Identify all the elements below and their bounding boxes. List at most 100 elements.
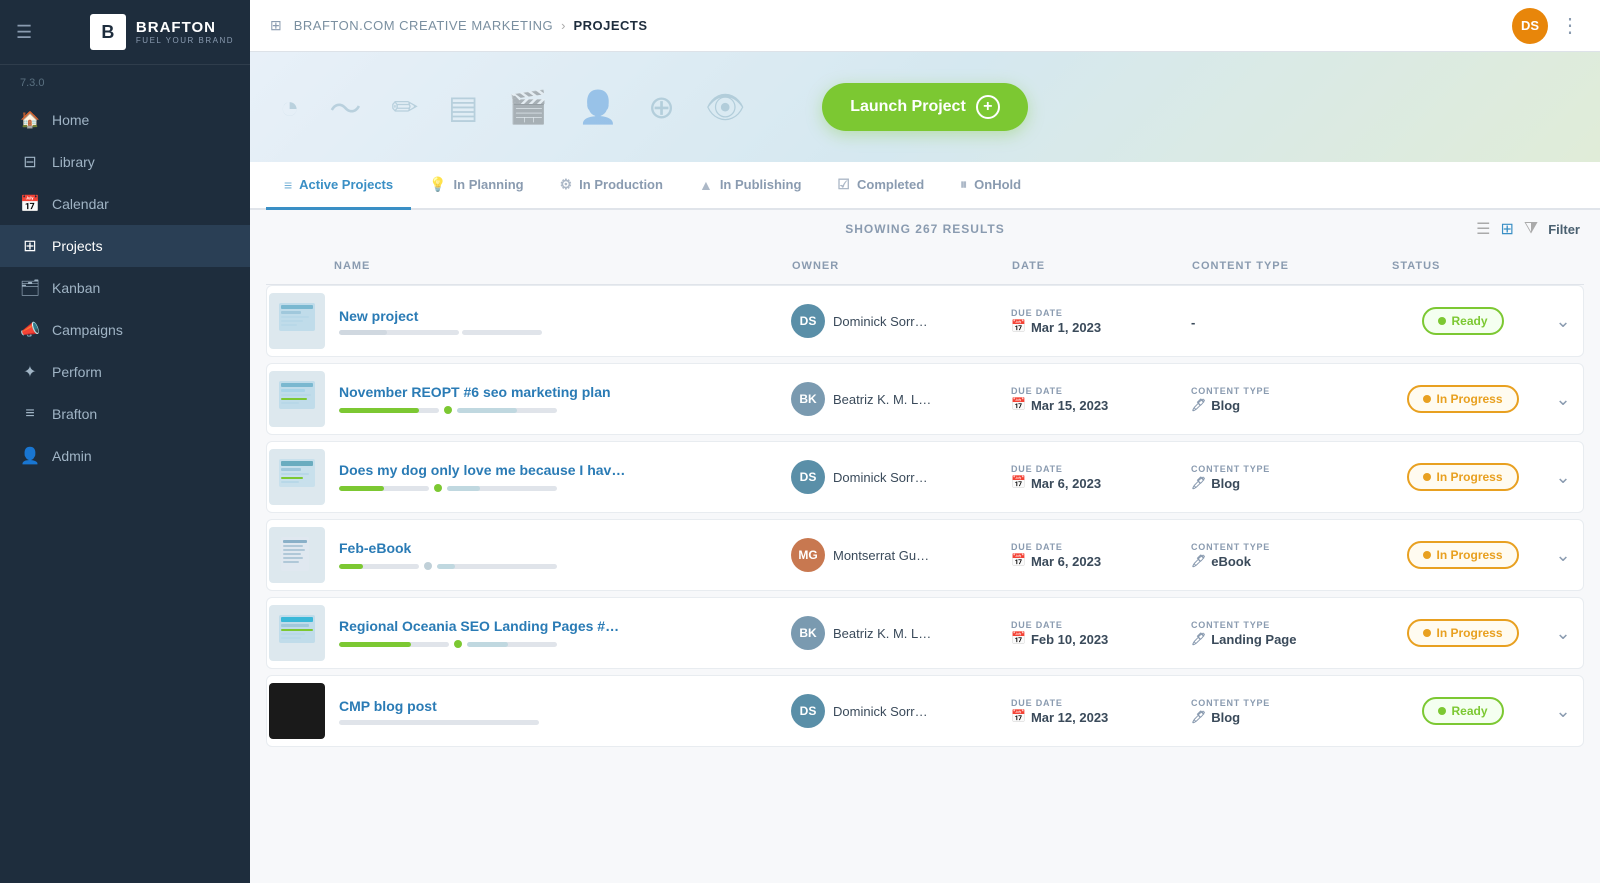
sidebar-item-campaigns[interactable]: 📣 Campaigns <box>0 309 250 351</box>
calendar-icon: 📅 <box>1011 709 1026 723</box>
breadcrumb-company: BRAFTON.COM CREATIVE MARKETING <box>294 18 553 33</box>
content-type-icon: 🖊 <box>1191 398 1206 412</box>
sidebar-item-label: Admin <box>52 448 92 464</box>
sidebar: ☰ B BRAFTON FUEL YOUR BRAND 7.3.0 🏠 Home… <box>0 0 250 883</box>
brand-tagline: FUEL YOUR BRAND <box>136 36 234 45</box>
content-type-icon: 🖊 <box>1191 632 1206 646</box>
expand-cell[interactable]: ⌄ <box>1543 701 1583 722</box>
table-row[interactable]: Does my dog only love me because I hav… … <box>266 441 1584 513</box>
expand-icon: ⌄ <box>1555 311 1570 332</box>
date-value: Mar 1, 2023 <box>1031 320 1101 335</box>
content-type-cell: CONTENT TYPE 🖊 eBook <box>1183 542 1383 569</box>
launch-project-button[interactable]: Launch Project + <box>822 83 1028 131</box>
status-cell: In Progress <box>1383 619 1543 647</box>
owner-name: Dominick Sorr… <box>833 314 928 329</box>
table-row[interactable]: Regional Oceania SEO Landing Pages #… BK… <box>266 597 1584 669</box>
sidebar-item-label: Calendar <box>52 196 109 212</box>
project-info: Does my dog only love me because I hav… <box>327 452 783 502</box>
date-cell: DUE DATE 📅 Mar 6, 2023 <box>1003 464 1183 491</box>
sidebar-item-admin[interactable]: 👤 Admin <box>0 435 250 477</box>
filter-button[interactable]: Filter <box>1548 222 1580 237</box>
expand-cell[interactable]: ⌄ <box>1543 467 1583 488</box>
project-info: Regional Oceania SEO Landing Pages #… <box>327 608 783 658</box>
deco-plus-icon: ⊕ <box>648 88 675 126</box>
admin-icon: 👤 <box>20 446 40 466</box>
calendar-icon: 📅 <box>1011 631 1026 645</box>
completed-tab-icon: ☑ <box>837 176 850 193</box>
sidebar-item-perform[interactable]: ✦ Perform <box>0 351 250 393</box>
progress-bars <box>339 562 771 570</box>
project-banner: ◔ 〜 ✏ ▤ 🎬 👤 ⊕ 👁 Launch Project + <box>250 52 1600 162</box>
table-row[interactable]: CMP blog post DS Dominick Sorr… DUE DATE… <box>266 675 1584 747</box>
expand-cell[interactable]: ⌄ <box>1543 389 1583 410</box>
date-cell: DUE DATE 📅 Mar 12, 2023 <box>1003 698 1183 725</box>
date-value-wrapper: 📅 Feb 10, 2023 <box>1011 630 1175 647</box>
content-type-icon: 🖊 <box>1191 554 1206 568</box>
table-row[interactable]: Feb-eBook MG Montserrat Gu… <box>266 519 1584 591</box>
content-type-cell: - <box>1183 313 1383 330</box>
table-row[interactable]: New project DS Dominick Sorr… <box>266 285 1584 357</box>
content-type-text: eBook <box>1211 554 1251 569</box>
tab-active-projects[interactable]: ≡ Active Projects <box>266 162 411 210</box>
tab-completed[interactable]: ☑ Completed <box>819 162 942 210</box>
sidebar-item-brafton[interactable]: ≡ Brafton <box>0 393 250 435</box>
project-info: Feb-eBook <box>327 530 783 580</box>
col-header-name: NAME <box>326 256 784 276</box>
table-row[interactable]: November REOPT #6 seo marketing plan BK … <box>266 363 1584 435</box>
status-dot <box>1423 629 1431 637</box>
sidebar-logo-text: BRAFTON FUEL YOUR BRAND <box>136 19 234 45</box>
sidebar-item-library[interactable]: ⊟ Library <box>0 141 250 183</box>
project-thumbnail <box>267 371 327 427</box>
date-label: DUE DATE <box>1011 542 1175 552</box>
content-type-label: CONTENT TYPE <box>1191 542 1375 552</box>
hamburger-icon[interactable]: ☰ <box>16 22 32 43</box>
expand-cell[interactable]: ⌄ <box>1543 623 1583 644</box>
sidebar-item-label: Projects <box>52 238 103 254</box>
date-value: Mar 12, 2023 <box>1031 710 1108 725</box>
progress-bar-2 <box>437 564 557 569</box>
date-value-wrapper: 📅 Mar 6, 2023 <box>1011 474 1175 491</box>
content-type-value: 🖊 eBook <box>1191 554 1375 569</box>
filter-icon[interactable]: ⧩ <box>1524 220 1538 238</box>
progress-bar-1 <box>339 330 459 335</box>
tab-in-production[interactable]: ⚙ In Production <box>542 162 681 210</box>
col-header-status: STATUS <box>1384 256 1544 276</box>
owner-cell: BK Beatriz K. M. L… <box>783 382 1003 416</box>
col-header-date: DATE <box>1004 256 1184 276</box>
sidebar-item-kanban[interactable]: 🗂 Kanban <box>0 267 250 309</box>
thumb-image <box>269 605 325 661</box>
list-view-icon[interactable]: ☰ <box>1476 219 1490 239</box>
project-info: CMP blog post <box>327 688 783 735</box>
sidebar-item-label: Brafton <box>52 406 97 422</box>
progress-bar-2 <box>462 330 542 335</box>
tab-onhold[interactable]: ⏸ OnHold <box>942 162 1039 210</box>
progress-bar-2 <box>457 408 557 413</box>
date-value: Feb 10, 2023 <box>1031 632 1108 647</box>
tab-in-planning[interactable]: 💡 In Planning <box>411 162 542 210</box>
project-info: November REOPT #6 seo marketing plan <box>327 374 783 424</box>
more-options-icon[interactable]: ⋮ <box>1560 13 1580 38</box>
content-type-cell: CONTENT TYPE 🖊 Blog <box>1183 386 1383 413</box>
table-header: NAME OWNER DATE CONTENT TYPE STATUS <box>266 248 1584 285</box>
sidebar-item-calendar[interactable]: 📅 Calendar <box>0 183 250 225</box>
date-label: DUE DATE <box>1011 620 1175 630</box>
col-header-expand <box>1544 256 1584 276</box>
sidebar-item-home[interactable]: 🏠 Home <box>0 99 250 141</box>
owner-name: Beatriz K. M. L… <box>833 392 931 407</box>
grid-view-icon[interactable]: ⊞ <box>1501 219 1514 239</box>
expand-cell[interactable]: ⌄ <box>1543 545 1583 566</box>
tab-onhold-label: OnHold <box>974 177 1021 192</box>
expand-icon: ⌄ <box>1555 545 1570 566</box>
progress-bars <box>339 484 771 492</box>
user-avatar[interactable]: DS <box>1512 8 1548 44</box>
content-type-value: 🖊 Blog <box>1191 398 1375 413</box>
tab-in-publishing[interactable]: ▲ In Publishing <box>681 162 819 210</box>
projects-icon: ⊞ <box>20 236 40 256</box>
tabs-bar: ≡ Active Projects 💡 In Planning ⚙ In Pro… <box>250 162 1600 210</box>
progress-bar-1 <box>339 564 419 569</box>
expand-cell[interactable]: ⌄ <box>1543 311 1583 332</box>
status-badge: In Progress <box>1407 541 1518 569</box>
sidebar-item-projects[interactable]: ⊞ Projects <box>0 225 250 267</box>
deco-eye-icon: 👁 <box>705 88 746 126</box>
kanban-icon: 🗂 <box>20 278 40 298</box>
